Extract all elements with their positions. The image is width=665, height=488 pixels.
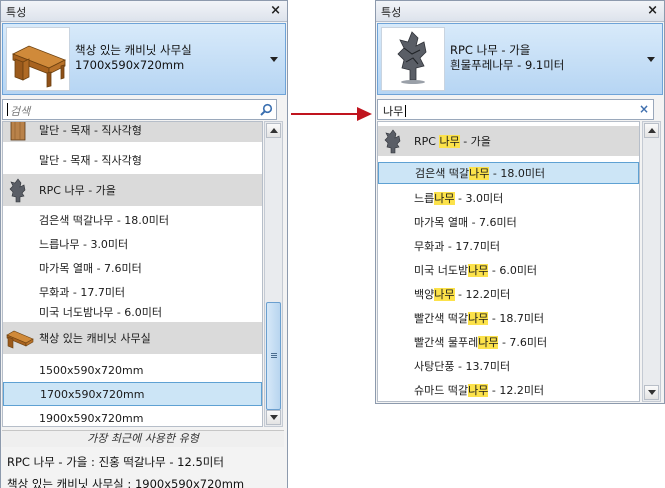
list-item[interactable]: 1500x590x720mm [3, 358, 262, 382]
clear-search-icon[interactable]: × [639, 102, 649, 116]
search-value: 나무 [383, 103, 407, 119]
right-type-name: RPC 나무 - 가을 흰물푸레나무 - 9.1미터 [450, 43, 564, 73]
search-match-highlight: 나무 [478, 336, 499, 349]
list-item[interactable]: 말단 - 목재 - 직사각형 [3, 148, 262, 172]
list-item-label: 슈마드 떡갈나무 - 12.2미터 [414, 384, 545, 397]
right-palette-titlebar: 특성 × [376, 1, 664, 22]
left-close-button[interactable]: × [270, 2, 281, 20]
text-caret [405, 105, 407, 117]
list-item-label: 1900x590x720mm [39, 411, 144, 425]
list-item-label: 빨간색 물푸레나무 - 7.6미터 [414, 336, 548, 349]
list-item-label: 1500x590x720mm [39, 363, 144, 377]
search-match-highlight: 나무 [434, 192, 455, 205]
left-scrollbar[interactable] [264, 121, 283, 427]
search-match-highlight: 나무 [434, 288, 455, 301]
list-item-label: 검은색 떡갈나무 - 18.0미터 [415, 167, 546, 180]
list-item-label: 빨간색 떡갈나무 - 18.7미터 [414, 312, 545, 325]
list-item[interactable]: 사탕단풍 - 13.7미터 [378, 354, 639, 378]
right-close-button[interactable]: × [647, 2, 658, 20]
list-item-label: 1700x590x720mm [40, 387, 145, 401]
left-properties-palette: 특성 × 책상 있는 캐비닛 사무실 1700x590x720mm 검색 말단 … [0, 0, 288, 488]
desk-family-icon [5, 325, 34, 351]
text-caret [7, 103, 8, 116]
right-search-input[interactable]: 나무 × [377, 99, 654, 120]
list-item[interactable]: 빨간색 떡갈나무 - 18.7미터 [378, 306, 639, 330]
left-type-size: 1700x590x720mm [75, 58, 185, 72]
right-type-list: RPC 나무 - 가을검은색 떡갈나무 - 18.0미터느릅나무 - 3.0미터… [377, 121, 640, 402]
search-match-highlight: 나무 [469, 167, 490, 180]
right-type-family: RPC 나무 - 가을 [450, 43, 531, 57]
list-item-label: RPC 나무 - 가을 [414, 135, 491, 148]
list-item[interactable]: 마가목 열매 - 7.6미터 [378, 210, 639, 234]
list-item-label: 말단 - 목재 - 직사각형 [39, 124, 142, 137]
list-item-label: 검은색 떡갈나무 - 18.0미터 [39, 214, 170, 227]
recent-item[interactable]: 책상 있는 캐비닛 사무실 : 1900x590x720mm [7, 476, 244, 488]
list-item[interactable]: 미국 너도밤나무 - 6.0미터 [3, 302, 262, 322]
recent-types-header: 가장 최근에 사용한 유형 [2, 430, 284, 447]
scroll-thumb[interactable] [266, 302, 281, 410]
list-item[interactable]: 느릅나무 - 3.0미터 [3, 232, 262, 256]
list-item-label: 미국 너도밤나무 - 6.0미터 [414, 264, 538, 277]
right-type-size: 흰물푸레나무 - 9.1미터 [450, 58, 565, 72]
left-search-input[interactable]: 검색 [2, 99, 277, 120]
list-item[interactable]: 1900x590x720mm [3, 406, 262, 426]
list-item-label: 미국 너도밤나무 - 6.0미터 [39, 306, 163, 319]
list-group-header[interactable]: 책상 있는 캐비닛 사무실 [3, 322, 262, 354]
search-match-highlight: 나무 [468, 312, 489, 325]
list-item-label: 백양나무 - 12.2미터 [414, 288, 511, 301]
wood-family-icon [5, 122, 31, 143]
recent-item[interactable]: RPC 나무 - 가을 : 진홍 떡갈나무 - 12.5미터 [7, 454, 224, 470]
search-placeholder: 검색 [10, 105, 31, 118]
list-item[interactable]: 마가목 열매 - 7.6미터 [3, 256, 262, 280]
right-palette-title: 특성 [381, 6, 402, 19]
list-item-label: 무화과 - 17.7미터 [414, 240, 501, 253]
list-item-label: 느릅나무 - 3.0미터 [414, 192, 504, 205]
search-match-highlight: 나무 [468, 264, 489, 277]
left-palette-title: 특성 [6, 6, 27, 19]
list-item-label: 책상 있는 캐비닛 사무실 [39, 332, 151, 345]
tree-family-icon [380, 128, 406, 154]
list-item-label: 사탕단풍 - 13.7미터 [414, 360, 511, 373]
red-arrow-icon [291, 107, 372, 121]
list-item[interactable]: 검은색 떡갈나무 - 18.0미터 [378, 162, 639, 184]
chevron-down-icon[interactable] [270, 57, 278, 62]
left-type-list: 말단 - 목재 - 직사각형 말단 - 목재 - 직사각형 RPC 나무 - 가을 검… [2, 121, 263, 427]
tree-thumbnail-icon [381, 27, 445, 91]
list-group-header[interactable]: RPC 나무 - 가을 [378, 126, 639, 156]
list-item-label: 말단 - 목재 - 직사각형 [39, 154, 142, 167]
list-item-label: 마가목 열매 - 7.6미터 [39, 262, 142, 275]
tree-family-icon [5, 177, 31, 203]
left-palette-titlebar: 특성 × [1, 1, 287, 22]
left-type-name: 책상 있는 캐비닛 사무실 1700x590x720mm [75, 43, 192, 73]
list-item-label: 무화과 - 17.7미터 [39, 286, 126, 299]
list-item[interactable]: 무화과 - 17.7미터 [3, 280, 262, 304]
list-item[interactable]: 무화과 - 17.7미터 [378, 234, 639, 258]
search-match-highlight: 나무 [468, 384, 489, 397]
list-group-header[interactable]: 말단 - 목재 - 직사각형 [3, 122, 262, 143]
list-item-label: 마가목 열매 - 7.6미터 [414, 216, 517, 229]
search-match-highlight: 나무 [439, 135, 460, 148]
chevron-down-icon[interactable] [647, 57, 655, 62]
list-group-header[interactable]: RPC 나무 - 가을 [3, 174, 262, 206]
right-scrollbar[interactable] [642, 121, 661, 402]
list-item-label: 느릅나무 - 3.0미터 [39, 238, 129, 251]
scroll-down-button[interactable] [644, 385, 659, 400]
list-item[interactable]: 백양나무 - 12.2미터 [378, 282, 639, 306]
list-item-label: RPC 나무 - 가을 [39, 184, 116, 197]
list-item[interactable]: 느릅나무 - 3.0미터 [378, 186, 639, 210]
list-item[interactable]: 슈마드 떡갈나무 - 12.2미터 [378, 378, 639, 401]
list-item[interactable]: 검은색 떡갈나무 - 18.0미터 [3, 208, 262, 232]
left-type-selector[interactable]: 책상 있는 캐비닛 사무실 1700x590x720mm [2, 23, 286, 95]
right-type-selector[interactable]: RPC 나무 - 가을 흰물푸레나무 - 9.1미터 [377, 23, 663, 95]
list-item[interactable]: 빨간색 물푸레나무 - 7.6미터 [378, 330, 639, 354]
left-type-family: 책상 있는 캐비닛 사무실 [75, 43, 192, 57]
desk-cabinet-thumbnail-icon [6, 27, 70, 91]
search-icon[interactable] [259, 103, 273, 117]
right-properties-palette: 특성 × RPC 나무 - 가을 흰물푸레나무 - 9.1미터 나무 × RPC… [375, 0, 665, 404]
list-item[interactable]: 1700x590x720mm [3, 382, 262, 406]
scroll-up-button[interactable] [266, 123, 281, 138]
scroll-down-button[interactable] [266, 410, 281, 425]
scroll-up-button[interactable] [644, 123, 659, 138]
list-item[interactable]: 미국 너도밤나무 - 6.0미터 [378, 258, 639, 282]
